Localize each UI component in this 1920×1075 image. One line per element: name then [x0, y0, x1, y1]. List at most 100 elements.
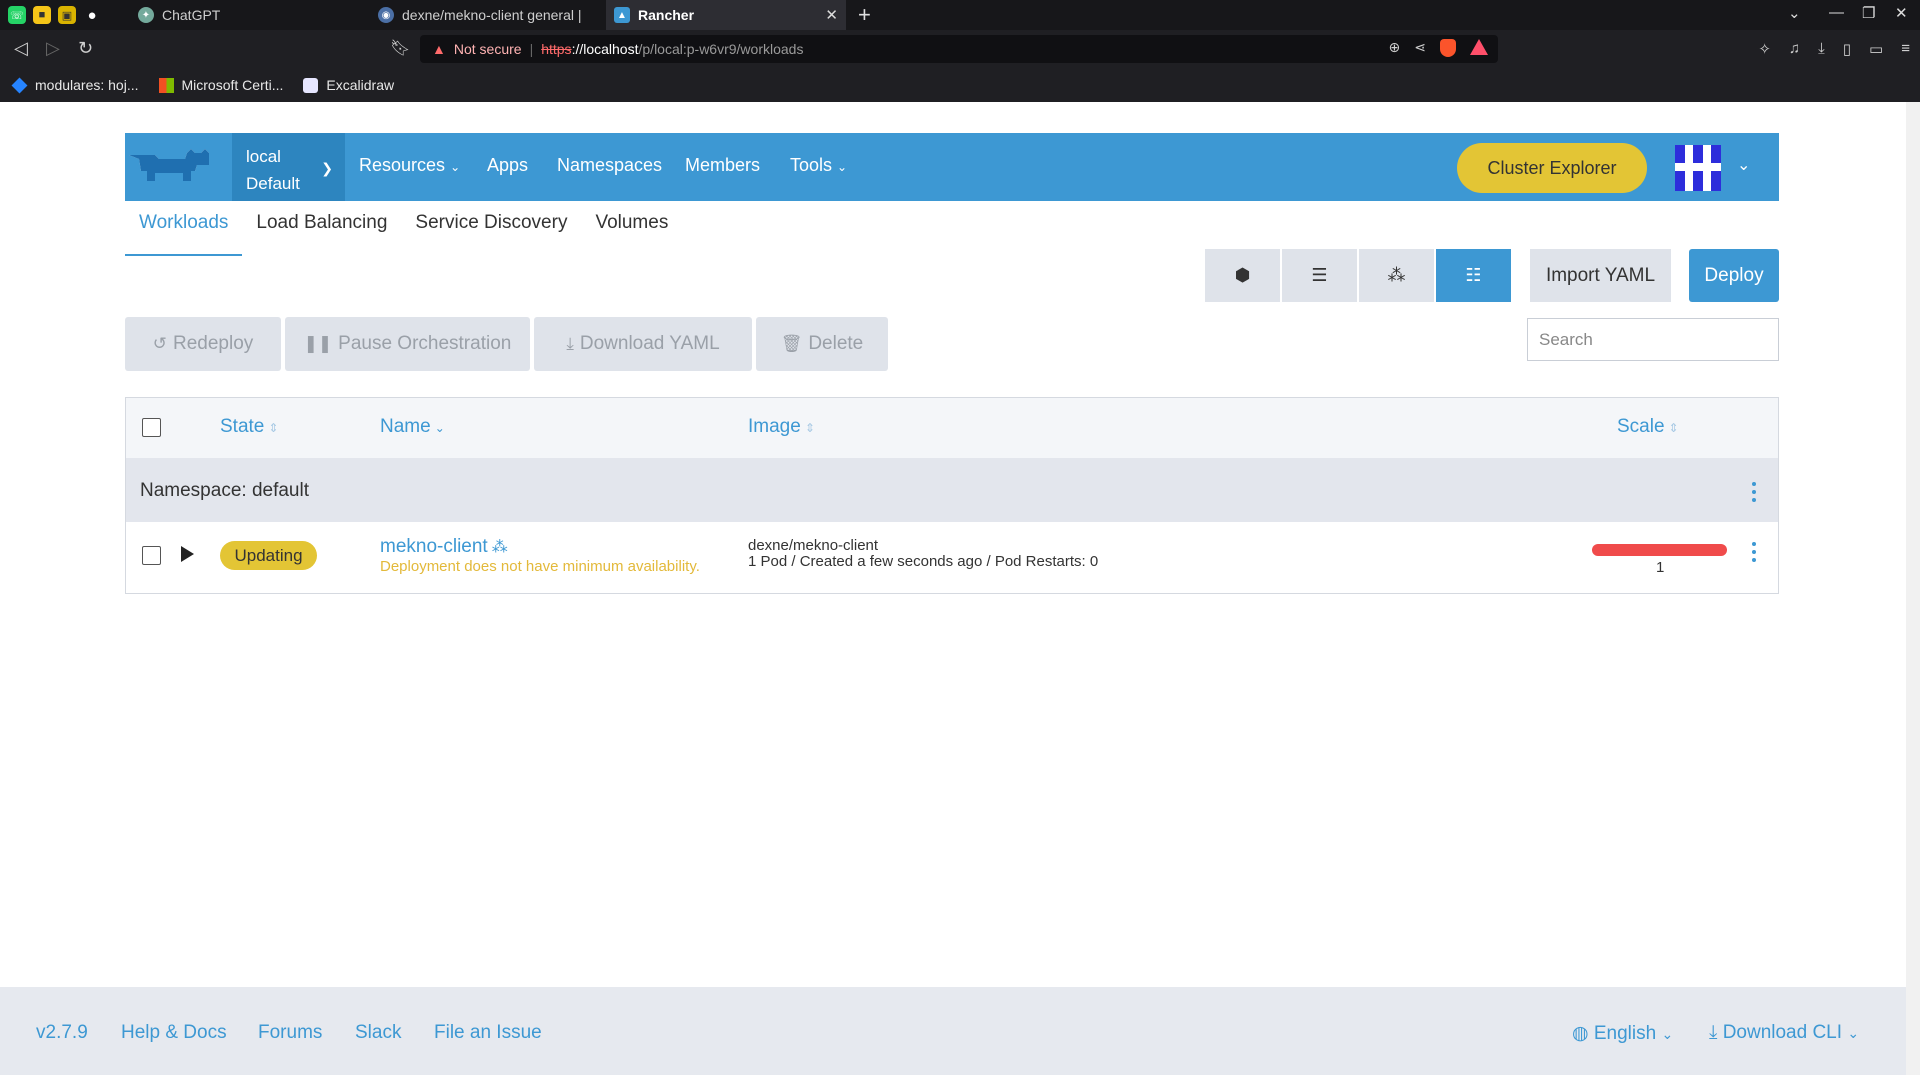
delete-button[interactable]: 🗑︎ Delete: [756, 317, 888, 371]
select-all-checkbox[interactable]: [142, 418, 161, 437]
nodes-icon: ⁂: [1387, 265, 1406, 285]
search-input[interactable]: [1527, 318, 1779, 361]
jira-icon: [11, 77, 28, 93]
address-bar[interactable]: ▲ Not secure | https ://localhost /p/loc…: [420, 35, 1498, 63]
button-label: Download YAML: [579, 333, 720, 354]
cluster-project-switcher[interactable]: local Default ❯: [232, 133, 345, 201]
wallet-icon[interactable]: ▭: [1869, 40, 1883, 58]
tab-title: Rancher: [638, 7, 695, 23]
column-state[interactable]: State ⇕: [220, 416, 278, 438]
bookmark-item[interactable]: Microsoft Certi...: [158, 77, 283, 93]
language-selector[interactable]: ◍ English ⌄: [1572, 1022, 1673, 1045]
rancher-icon: ▲: [614, 7, 630, 23]
globe-icon: ◍: [1572, 1023, 1589, 1044]
deploy-button[interactable]: Deploy: [1689, 249, 1779, 302]
download-yaml-button[interactable]: ⤓ Download YAML: [534, 317, 752, 371]
notes-pinned-tab[interactable]: ■: [33, 6, 51, 24]
column-image[interactable]: Image ⇕: [748, 416, 815, 438]
avatar[interactable]: [1675, 145, 1721, 191]
nav-tools[interactable]: Tools ⌄: [790, 155, 847, 176]
forward-icon[interactable]: ▷: [46, 38, 60, 59]
whatsapp-pinned-tab[interactable]: ☏: [8, 6, 26, 24]
media-icon[interactable]: ♫: [1789, 40, 1800, 58]
sort-icon: ⇕: [268, 421, 279, 435]
contacts-pinned-tab[interactable]: ▣: [58, 6, 76, 24]
github-pinned-tab[interactable]: ●: [83, 6, 101, 24]
bookmark-item[interactable]: Excalidraw: [303, 77, 394, 93]
back-icon[interactable]: ◁: [14, 38, 28, 59]
column-label: Scale: [1617, 416, 1665, 437]
slack-link[interactable]: Slack: [355, 1022, 401, 1044]
table-header: State ⇕ Name ⌄ Image ⇕ Scale ⇕: [126, 398, 1778, 458]
new-tab-icon[interactable]: +: [858, 2, 871, 28]
maximize-icon[interactable]: ❐: [1862, 4, 1875, 22]
extensions-icon[interactable]: ✧: [1758, 40, 1771, 58]
view-list-button[interactable]: ☷: [1436, 249, 1511, 302]
bookmark-item[interactable]: modulares: hoj...: [11, 77, 139, 93]
nav-members[interactable]: Members: [685, 155, 760, 176]
nav-label: Resources: [359, 155, 446, 175]
view-by-workload-button[interactable]: ⬢: [1205, 249, 1280, 302]
chevron-down-icon: ⌄: [837, 160, 848, 174]
row-actions-icon[interactable]: [1752, 542, 1756, 562]
downloads-icon[interactable]: ⤓: [1818, 40, 1825, 58]
nav-apps[interactable]: Apps: [487, 155, 528, 176]
bookmark-icon[interactable]: 🔖︎: [390, 38, 410, 58]
import-yaml-button[interactable]: Import YAML: [1530, 249, 1671, 302]
nav-label: Namespaces: [557, 155, 663, 175]
nav-namespaces[interactable]: Namespaces: [557, 155, 662, 176]
tab-service-discovery[interactable]: Service Discovery: [401, 210, 581, 256]
discord-icon: ◉: [378, 7, 394, 23]
tab-workloads[interactable]: Workloads: [125, 210, 243, 256]
minimize-icon[interactable]: —: [1829, 4, 1844, 21]
tab-chatgpt[interactable]: ✦ ChatGPT: [130, 0, 366, 30]
file-issue-link[interactable]: File an Issue: [434, 1022, 542, 1044]
page-scrollbar[interactable]: [1906, 102, 1920, 1075]
view-by-service-button[interactable]: ⁂: [1359, 249, 1434, 302]
rancher-page: local Default ❯ Resources ⌄ Apps Namespa…: [0, 102, 1906, 1075]
workloads-table: State ⇕ Name ⌄ Image ⇕ Scale ⇕ Namespace: de…: [125, 397, 1779, 594]
pause-orchestration-button[interactable]: ❚❚ Pause Orchestration: [285, 317, 530, 371]
tab-title: ChatGPT: [162, 7, 221, 23]
zoom-icon[interactable]: ⊕: [1389, 39, 1401, 57]
close-window-icon[interactable]: ✕: [1895, 4, 1908, 22]
sidebar-icon[interactable]: ▯: [1843, 40, 1851, 58]
tab-volumes[interactable]: Volumes: [581, 210, 682, 256]
menu-icon[interactable]: ≡: [1901, 40, 1910, 58]
brave-rewards-icon[interactable]: [1470, 39, 1488, 55]
expand-row-icon[interactable]: [181, 546, 194, 562]
more-actions-icon[interactable]: [1752, 482, 1756, 502]
row-checkbox[interactable]: [142, 546, 161, 565]
workload-name-link[interactable]: mekno-client ⁂: [380, 536, 508, 558]
close-tab-icon[interactable]: ✕: [825, 6, 838, 24]
chevron-down-icon: ❯: [321, 160, 333, 176]
tab-load-balancing[interactable]: Load Balancing: [242, 210, 401, 256]
nav-resources[interactable]: Resources ⌄: [359, 155, 460, 176]
help-docs-link[interactable]: Help & Docs: [121, 1022, 227, 1044]
table-row: Updating mekno-client ⁂ Deployment does n…: [126, 522, 1778, 593]
workload-subtabs: Workloads Load Balancing Service Discove…: [125, 210, 682, 258]
redeploy-button[interactable]: ↺ Redeploy: [125, 317, 281, 371]
tab-rancher[interactable]: ▲ Rancher ✕: [606, 0, 846, 30]
tab-github[interactable]: ◉ dexne/mekno-client general |: [370, 0, 602, 30]
pod-info: 1 Pod / Created a few seconds ago / Pod …: [748, 553, 1099, 570]
reload-icon[interactable]: ↻: [78, 38, 93, 59]
chevron-down-icon[interactable]: ⌄: [1737, 155, 1750, 175]
image-name: dexne/mekno-client: [748, 537, 879, 554]
version-link[interactable]: v2.7.9: [36, 1022, 88, 1044]
column-name[interactable]: Name ⌄: [380, 416, 445, 438]
share-icon[interactable]: ⋖: [1414, 39, 1426, 57]
redeploy-icon: ↺: [152, 334, 167, 353]
download-cli-button[interactable]: ⤓ Download CLI ⌄: [1709, 1022, 1859, 1044]
chatgpt-icon: ✦: [138, 7, 154, 23]
brave-shields-icon[interactable]: [1440, 39, 1456, 57]
column-label: Image: [748, 416, 801, 437]
tab-title: dexne/mekno-client general |: [402, 7, 582, 23]
view-by-node-button[interactable]: ☰: [1282, 249, 1357, 302]
not-secure-label: Not secure: [453, 41, 522, 57]
cluster-explorer-button[interactable]: Cluster Explorer: [1457, 143, 1647, 193]
rancher-logo-icon[interactable]: [125, 145, 213, 189]
forums-link[interactable]: Forums: [258, 1022, 322, 1044]
tab-list-chevron-icon[interactable]: ⌄: [1788, 4, 1801, 22]
column-scale[interactable]: Scale ⇕: [1617, 416, 1679, 438]
